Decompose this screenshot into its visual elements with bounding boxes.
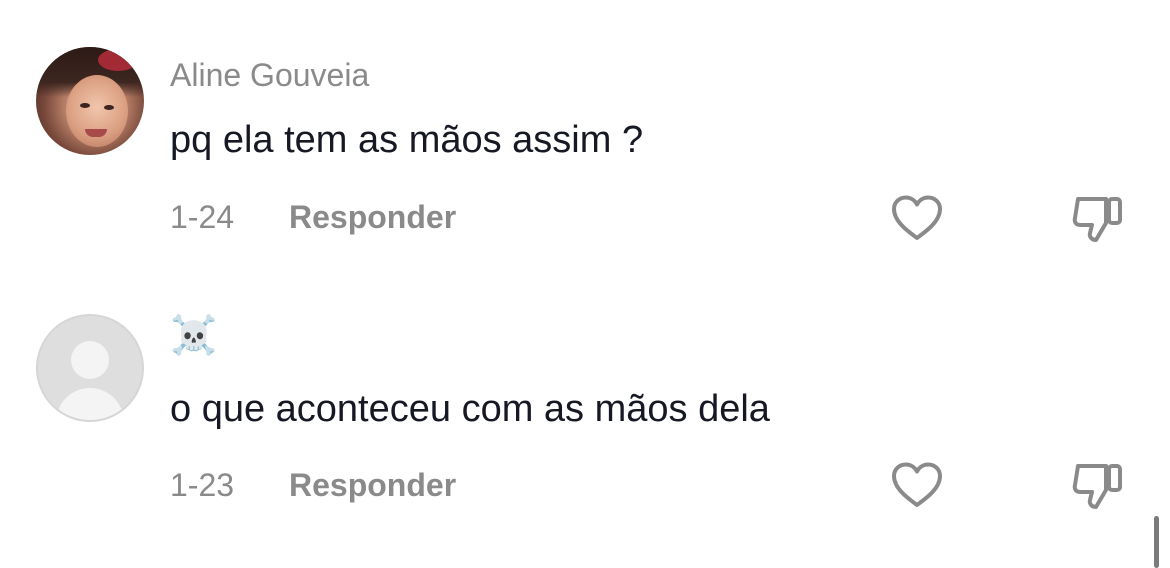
comment-item: Aline Gouveia pq ela tem as mãos assim ?…	[0, 0, 1170, 260]
dislike-button[interactable]	[1070, 193, 1126, 245]
thumbs-down-outline-icon	[1072, 464, 1122, 509]
avatar-accessory	[98, 49, 138, 71]
avatar-placeholder-head	[71, 341, 109, 379]
like-button[interactable]	[890, 194, 944, 242]
avatar[interactable]	[36, 47, 144, 155]
reply-button[interactable]: Responder	[289, 197, 456, 237]
comment-text: pq ela tem as mãos assim ?	[170, 119, 644, 161]
dislike-button[interactable]	[1070, 460, 1126, 512]
thumbs-down-outline-icon	[1072, 197, 1122, 242]
comment-username[interactable]: Aline Gouveia	[170, 55, 369, 95]
heart-outline-icon	[892, 462, 942, 507]
comment-date: 1-23	[170, 467, 235, 503]
comment-date: 1-24	[170, 199, 235, 235]
comment-text: o que aconteceu com as mãos dela	[170, 388, 770, 430]
comment-username[interactable]: ☠️	[170, 316, 217, 356]
avatar-eye	[104, 105, 114, 110]
comment-item: ☠️ o que aconteceu com as mãos dela 1-23…	[0, 268, 1170, 528]
avatar-eye	[80, 103, 90, 108]
avatar-placeholder-body	[56, 388, 124, 420]
heart-outline-icon	[892, 195, 942, 240]
scrollbar[interactable]	[1154, 516, 1159, 568]
like-button[interactable]	[890, 461, 944, 509]
reply-button[interactable]: Responder	[289, 465, 456, 505]
avatar[interactable]	[36, 314, 144, 422]
